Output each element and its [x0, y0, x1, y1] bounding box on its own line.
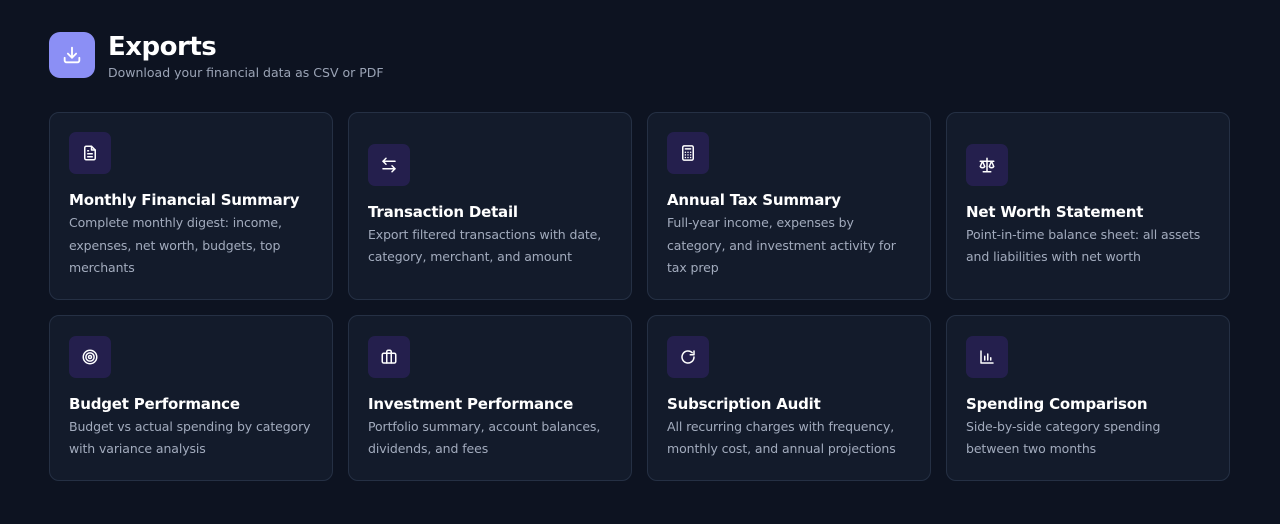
calculator-icon: [667, 132, 709, 175]
card-description: Budget vs actual spending by category wi…: [69, 418, 311, 457]
export-card-annual-tax-summary[interactable]: Annual Tax Summary Full-year income, exp…: [647, 112, 931, 300]
exports-grid: Monthly Financial Summary Complete month…: [49, 112, 1230, 481]
export-card-spending-comparison[interactable]: Spending Comparison Side-by-side categor…: [946, 315, 1230, 481]
page-title: Exports: [108, 32, 217, 62]
card-description: Export filtered transactions with date, …: [368, 226, 602, 265]
export-card-budget-performance[interactable]: Budget Performance Budget vs actual spen…: [49, 315, 333, 481]
export-card-net-worth-statement[interactable]: Net Worth Statement Point-in-time balanc…: [946, 112, 1230, 300]
exports-page: Exports Download your financial data as …: [0, 0, 1280, 524]
document-icon: [69, 132, 111, 175]
briefcase-icon: [368, 335, 410, 378]
page-subtitle: Download your financial data as CSV or P…: [108, 65, 384, 80]
card-description: Point-in-time balance sheet: all assets …: [966, 226, 1201, 265]
download-icon: [49, 32, 95, 78]
export-card-subscription-audit[interactable]: Subscription Audit All recurring charges…: [647, 315, 931, 481]
card-description: Side-by-side category spending between t…: [966, 418, 1161, 457]
bar-chart-icon: [966, 335, 1008, 378]
card-description: Complete monthly digest: income, expense…: [69, 215, 282, 276]
card-title: Budget Performance: [69, 394, 240, 413]
target-icon: [69, 335, 111, 378]
refresh-icon: [667, 335, 709, 378]
card-title: Transaction Detail: [368, 202, 518, 221]
card-title: Annual Tax Summary: [667, 191, 841, 210]
card-title: Investment Performance: [368, 394, 574, 413]
export-card-transaction-detail[interactable]: Transaction Detail Export filtered trans…: [348, 112, 632, 300]
card-title: Monthly Financial Summary: [69, 191, 300, 210]
header-text: Exports Download your financial data as …: [108, 32, 384, 81]
card-title: Net Worth Statement: [966, 202, 1144, 221]
card-description: Portfolio summary, account balances, div…: [368, 418, 601, 457]
page-header: Exports Download your financial data as …: [49, 32, 384, 81]
card-title: Subscription Audit: [667, 394, 821, 413]
export-card-monthly-financial-summary[interactable]: Monthly Financial Summary Complete month…: [49, 112, 333, 300]
export-card-investment-performance[interactable]: Investment Performance Portfolio summary…: [348, 315, 632, 481]
arrows-left-right-icon: [368, 143, 410, 186]
card-title: Spending Comparison: [966, 394, 1148, 413]
card-description: All recurring charges with frequency, mo…: [667, 418, 896, 457]
card-description: Full-year income, expenses by category, …: [667, 215, 896, 276]
scale-icon: [966, 143, 1008, 186]
